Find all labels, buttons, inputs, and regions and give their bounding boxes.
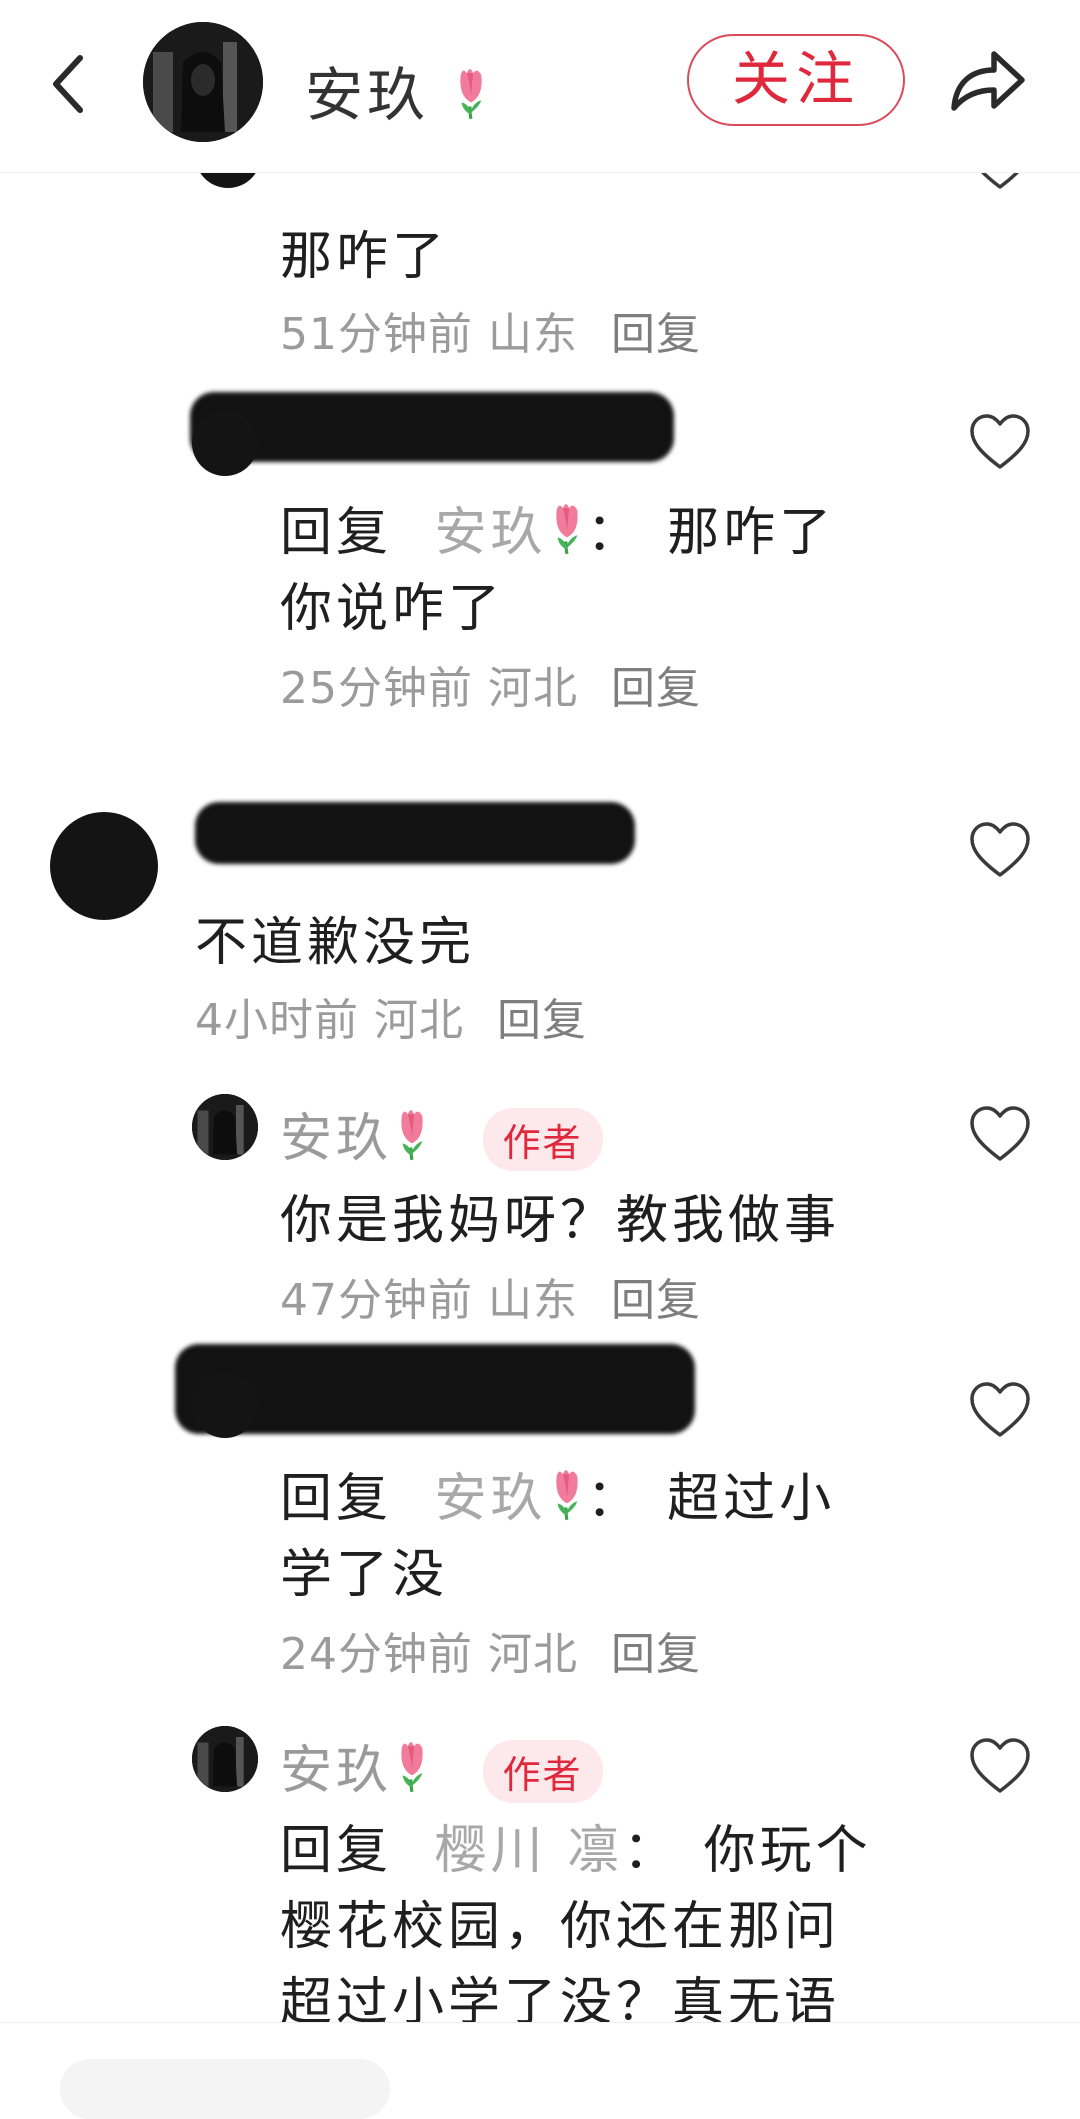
tulip-emoji bbox=[459, 67, 484, 121]
comment-meta: 24分钟前 河北 回复 bbox=[280, 1618, 701, 1682]
comment-line: 樱花校园，你还在那问 bbox=[280, 1897, 841, 1957]
comment-time: 47分钟前 bbox=[280, 1275, 473, 1326]
top-bar: 安玖 关注 bbox=[0, 0, 1080, 173]
comment-meta: 47分钟前 山东 回复 bbox=[280, 1264, 701, 1328]
avatar-photo bbox=[192, 1094, 258, 1160]
reply-prefix: 回复 bbox=[280, 503, 393, 563]
comment-meta: 25分钟前 河北 回复 bbox=[280, 652, 701, 716]
reply-target-name[interactable]: 安玖 bbox=[435, 503, 547, 563]
comment-meta: 51分钟前 山东 回复 bbox=[280, 298, 701, 362]
author-name-text: 安玖 bbox=[280, 1741, 393, 1801]
heart-outline-icon[interactable] bbox=[968, 412, 1032, 472]
follow-button[interactable]: 关注 bbox=[687, 34, 905, 126]
reply-button[interactable]: 回复 bbox=[611, 1275, 701, 1326]
reply-target-name[interactable]: 樱川 凛 bbox=[435, 1821, 624, 1881]
comment-line: 超过小学了没？真无语 bbox=[280, 1973, 841, 2022]
bottom-input-bar bbox=[0, 2022, 1080, 2119]
comment-text: 不道歉没完 bbox=[195, 913, 476, 973]
tulip-emoji bbox=[554, 502, 579, 556]
tulip-emoji bbox=[554, 1468, 579, 1522]
reply-button[interactable]: 回复 bbox=[611, 309, 701, 360]
author-avatar-small[interactable] bbox=[192, 1726, 258, 1792]
share-arrow-icon bbox=[951, 51, 1025, 111]
comment-text: 那咋了 bbox=[280, 227, 449, 287]
comment-text: 回复 樱川 凛： 你玩个 bbox=[280, 1808, 872, 1883]
avatar[interactable] bbox=[50, 812, 158, 920]
comment-author[interactable]: 安玖 作者 bbox=[280, 1096, 603, 1171]
reply-button[interactable]: 回复 bbox=[611, 1629, 701, 1680]
heart-outline-icon[interactable] bbox=[968, 172, 1032, 192]
author-name[interactable]: 安玖 bbox=[305, 48, 491, 132]
heart-outline-icon[interactable] bbox=[968, 1380, 1032, 1440]
share-button[interactable] bbox=[942, 42, 1032, 122]
reply-prefix: 回复 bbox=[280, 1821, 393, 1881]
comment-location: 河北 bbox=[488, 1629, 578, 1680]
comment-list: 那咋了 51分钟前 山东 回复 回复 安玖 ： 那咋了 你说咋了 25分钟前 河北… bbox=[0, 172, 1080, 2022]
reply-button[interactable]: 回复 bbox=[611, 663, 701, 714]
chevron-left-icon bbox=[53, 55, 83, 113]
comment-author[interactable]: 安玖 作者 bbox=[280, 1728, 603, 1803]
reply-colon: ： bbox=[586, 1469, 643, 1529]
avatar-photo bbox=[192, 1726, 258, 1792]
comment-line: 你玩个 bbox=[703, 1821, 872, 1881]
reply-button[interactable]: 回复 bbox=[497, 995, 587, 1046]
back-button[interactable] bbox=[42, 44, 102, 124]
comment-time: 24分钟前 bbox=[280, 1629, 473, 1680]
comment-line: 你说咋了 bbox=[280, 579, 505, 639]
reply-target-name[interactable]: 安玖 bbox=[435, 1469, 547, 1529]
reply-colon: ： bbox=[586, 503, 643, 563]
heart-outline-icon[interactable] bbox=[968, 820, 1032, 880]
avatar[interactable] bbox=[192, 410, 258, 476]
comment-time: 4小时前 bbox=[195, 995, 359, 1046]
heart-outline-icon[interactable] bbox=[968, 1736, 1032, 1796]
comment-text: 回复 安玖 ： 超过小 bbox=[280, 1456, 835, 1531]
tulip-emoji bbox=[399, 1108, 425, 1162]
comment-line: 学了没 bbox=[280, 1545, 449, 1605]
avatar[interactable] bbox=[192, 1372, 258, 1438]
reply-colon: ： bbox=[623, 1821, 680, 1881]
avatar[interactable] bbox=[195, 172, 261, 188]
comment-input[interactable] bbox=[60, 2059, 390, 2119]
author-name-text: 安玖 bbox=[280, 1109, 393, 1169]
heart-outline-icon[interactable] bbox=[968, 1104, 1032, 1164]
author-avatar[interactable] bbox=[143, 22, 263, 142]
redacted-username bbox=[195, 802, 635, 864]
comment-line: 超过小 bbox=[667, 1469, 836, 1529]
author-avatar-small[interactable] bbox=[192, 1094, 258, 1160]
avatar-photo bbox=[143, 22, 263, 142]
author-badge: 作者 bbox=[482, 1108, 603, 1171]
comment-line: 那咋了 bbox=[667, 503, 836, 563]
comment-time: 51分钟前 bbox=[280, 309, 473, 360]
comment-text: 回复 安玖 ： 那咋了 bbox=[280, 490, 835, 565]
author-name-text: 安玖 bbox=[305, 61, 430, 129]
comment-meta: 4小时前 河北 回复 bbox=[195, 984, 587, 1048]
author-badge: 作者 bbox=[482, 1740, 603, 1803]
comment-text: 你是我妈呀？教我做事 bbox=[280, 1191, 841, 1251]
comment-location: 河北 bbox=[488, 663, 578, 714]
comment-location: 河北 bbox=[374, 995, 464, 1046]
reply-prefix: 回复 bbox=[280, 1469, 393, 1529]
comment-location: 山东 bbox=[488, 1275, 578, 1326]
tulip-emoji bbox=[399, 1740, 425, 1794]
comment-location: 山东 bbox=[488, 309, 578, 360]
redacted-username bbox=[190, 392, 674, 462]
comment-time: 25分钟前 bbox=[280, 663, 473, 714]
